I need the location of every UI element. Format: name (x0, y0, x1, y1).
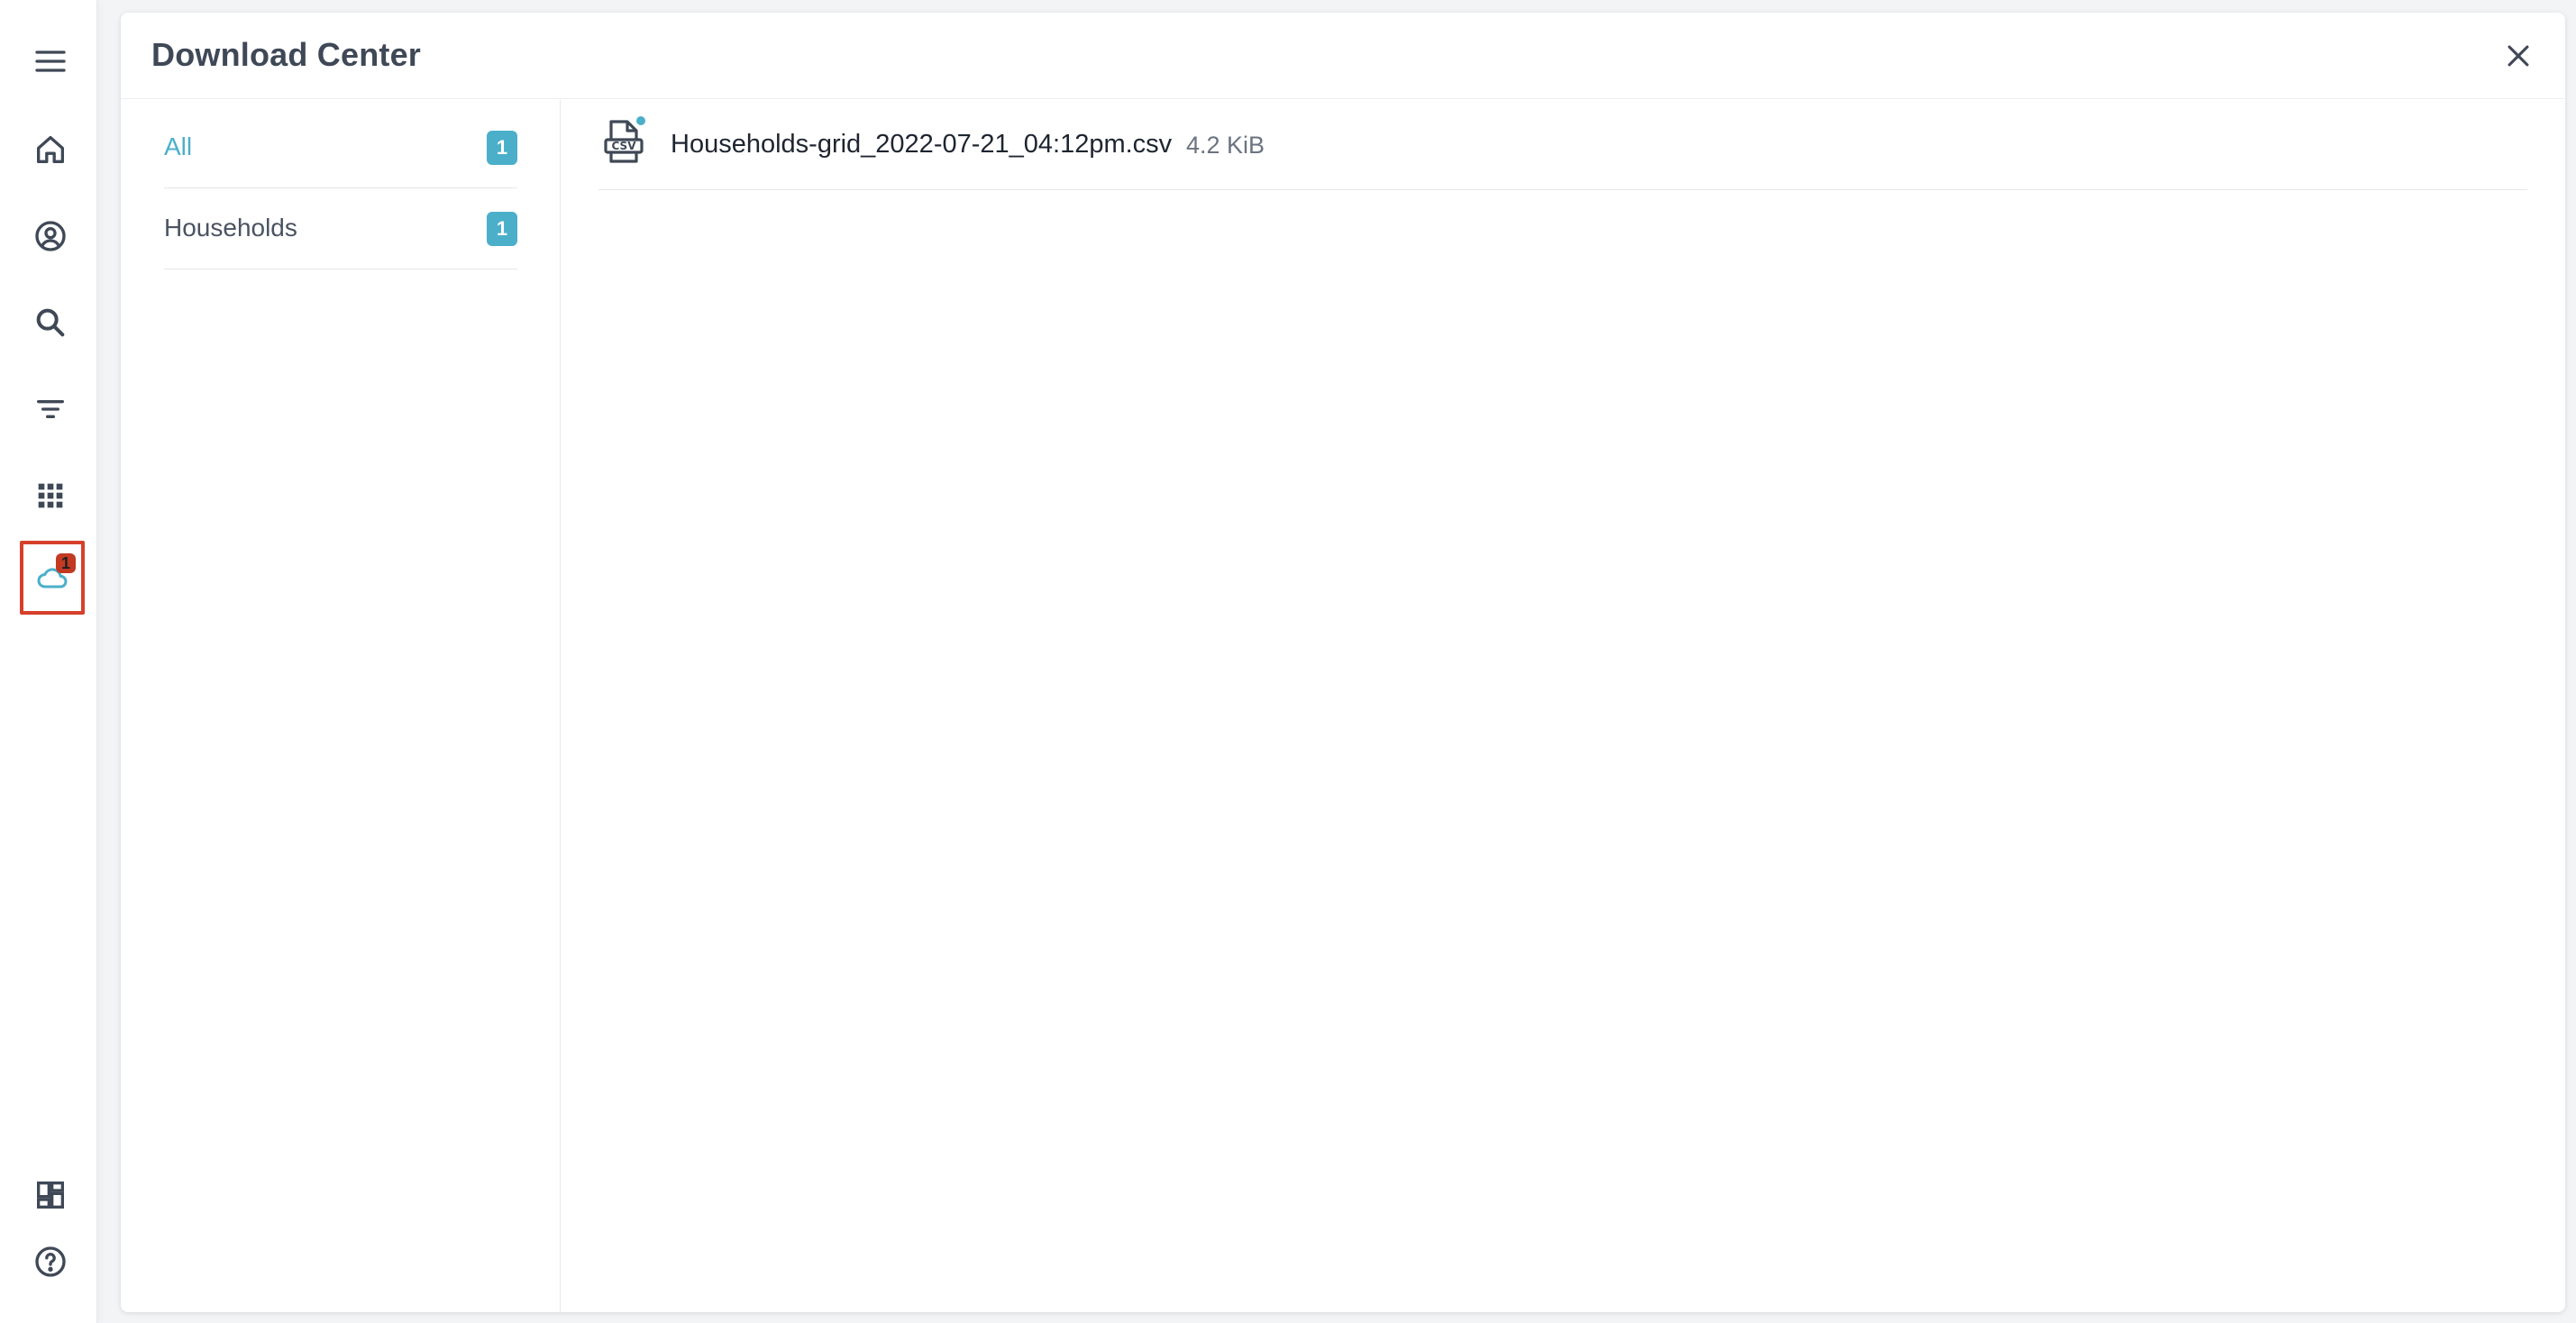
search-button[interactable] (22, 294, 79, 351)
dashboard-icon (37, 1182, 64, 1209)
download-count-badge: 1 (56, 553, 76, 573)
svg-text:CSV: CSV (612, 140, 637, 152)
panel-header: Download Center (121, 13, 2565, 99)
file-row[interactable]: CSV Households-grid_2022-07-21_04:12pm.c… (598, 100, 2527, 190)
file-name-link[interactable]: Households-grid_2022-07-21_04:12pm.csv (671, 130, 1172, 160)
filter-button[interactable] (22, 380, 79, 438)
new-file-indicator (636, 116, 645, 125)
menu-button[interactable] (22, 32, 79, 90)
help-button[interactable] (22, 1233, 79, 1291)
category-count-badge: 1 (487, 212, 517, 246)
home-button[interactable] (22, 121, 79, 178)
close-button[interactable] (2497, 34, 2540, 78)
help-icon (35, 1246, 66, 1277)
icon-rail: 1 (0, 0, 97, 1323)
apps-button[interactable] (22, 467, 79, 525)
filter-icon (37, 400, 65, 418)
menu-icon (35, 50, 66, 72)
category-item-households[interactable]: Households 1 (164, 188, 517, 269)
category-item-all[interactable]: All 1 (164, 107, 517, 188)
download-center-button[interactable]: 1 (20, 541, 85, 615)
category-count-badge: 1 (487, 131, 517, 165)
search-icon (36, 308, 65, 337)
download-center-panel: Download Center All 1 Households 1 CSV H… (121, 13, 2565, 1312)
account-button[interactable] (22, 207, 79, 265)
panel-title: Download Center (151, 36, 422, 73)
apps-grid-icon (38, 483, 63, 508)
file-list: CSV Households-grid_2022-07-21_04:12pm.c… (598, 100, 2527, 190)
category-label: Households (164, 214, 297, 242)
file-size: 4.2 KiB (1186, 132, 1265, 159)
home-icon (37, 136, 65, 163)
dashboard-button[interactable] (22, 1166, 79, 1224)
account-icon (35, 221, 66, 251)
category-label: All (164, 132, 193, 160)
close-icon (2507, 45, 2529, 67)
category-list: All 1 Households 1 (121, 100, 561, 1312)
